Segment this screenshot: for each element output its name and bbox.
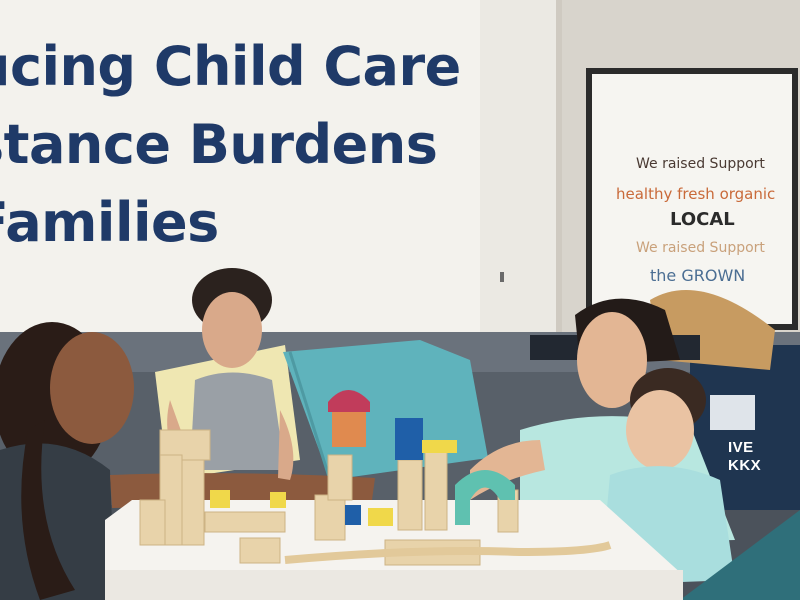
bag-print-line-1: IVE <box>728 439 754 456</box>
poster-line-3: LOCAL <box>670 209 735 230</box>
headline-line-1: ucing Child Care <box>0 35 461 98</box>
poster-line-2: healthy fresh organic <box>616 185 776 203</box>
poster-line-5: the GROWN <box>650 266 746 285</box>
bag-print-line-2: KKX <box>728 457 762 474</box>
poster-line-4: We raised Support <box>636 240 765 256</box>
poster-line-1: We raised Support <box>636 156 765 172</box>
headline: ucing Child Care stance Burdens Families <box>0 28 461 262</box>
headline-line-3: Families <box>0 191 219 254</box>
headline-line-2: stance Burdens <box>0 113 438 176</box>
